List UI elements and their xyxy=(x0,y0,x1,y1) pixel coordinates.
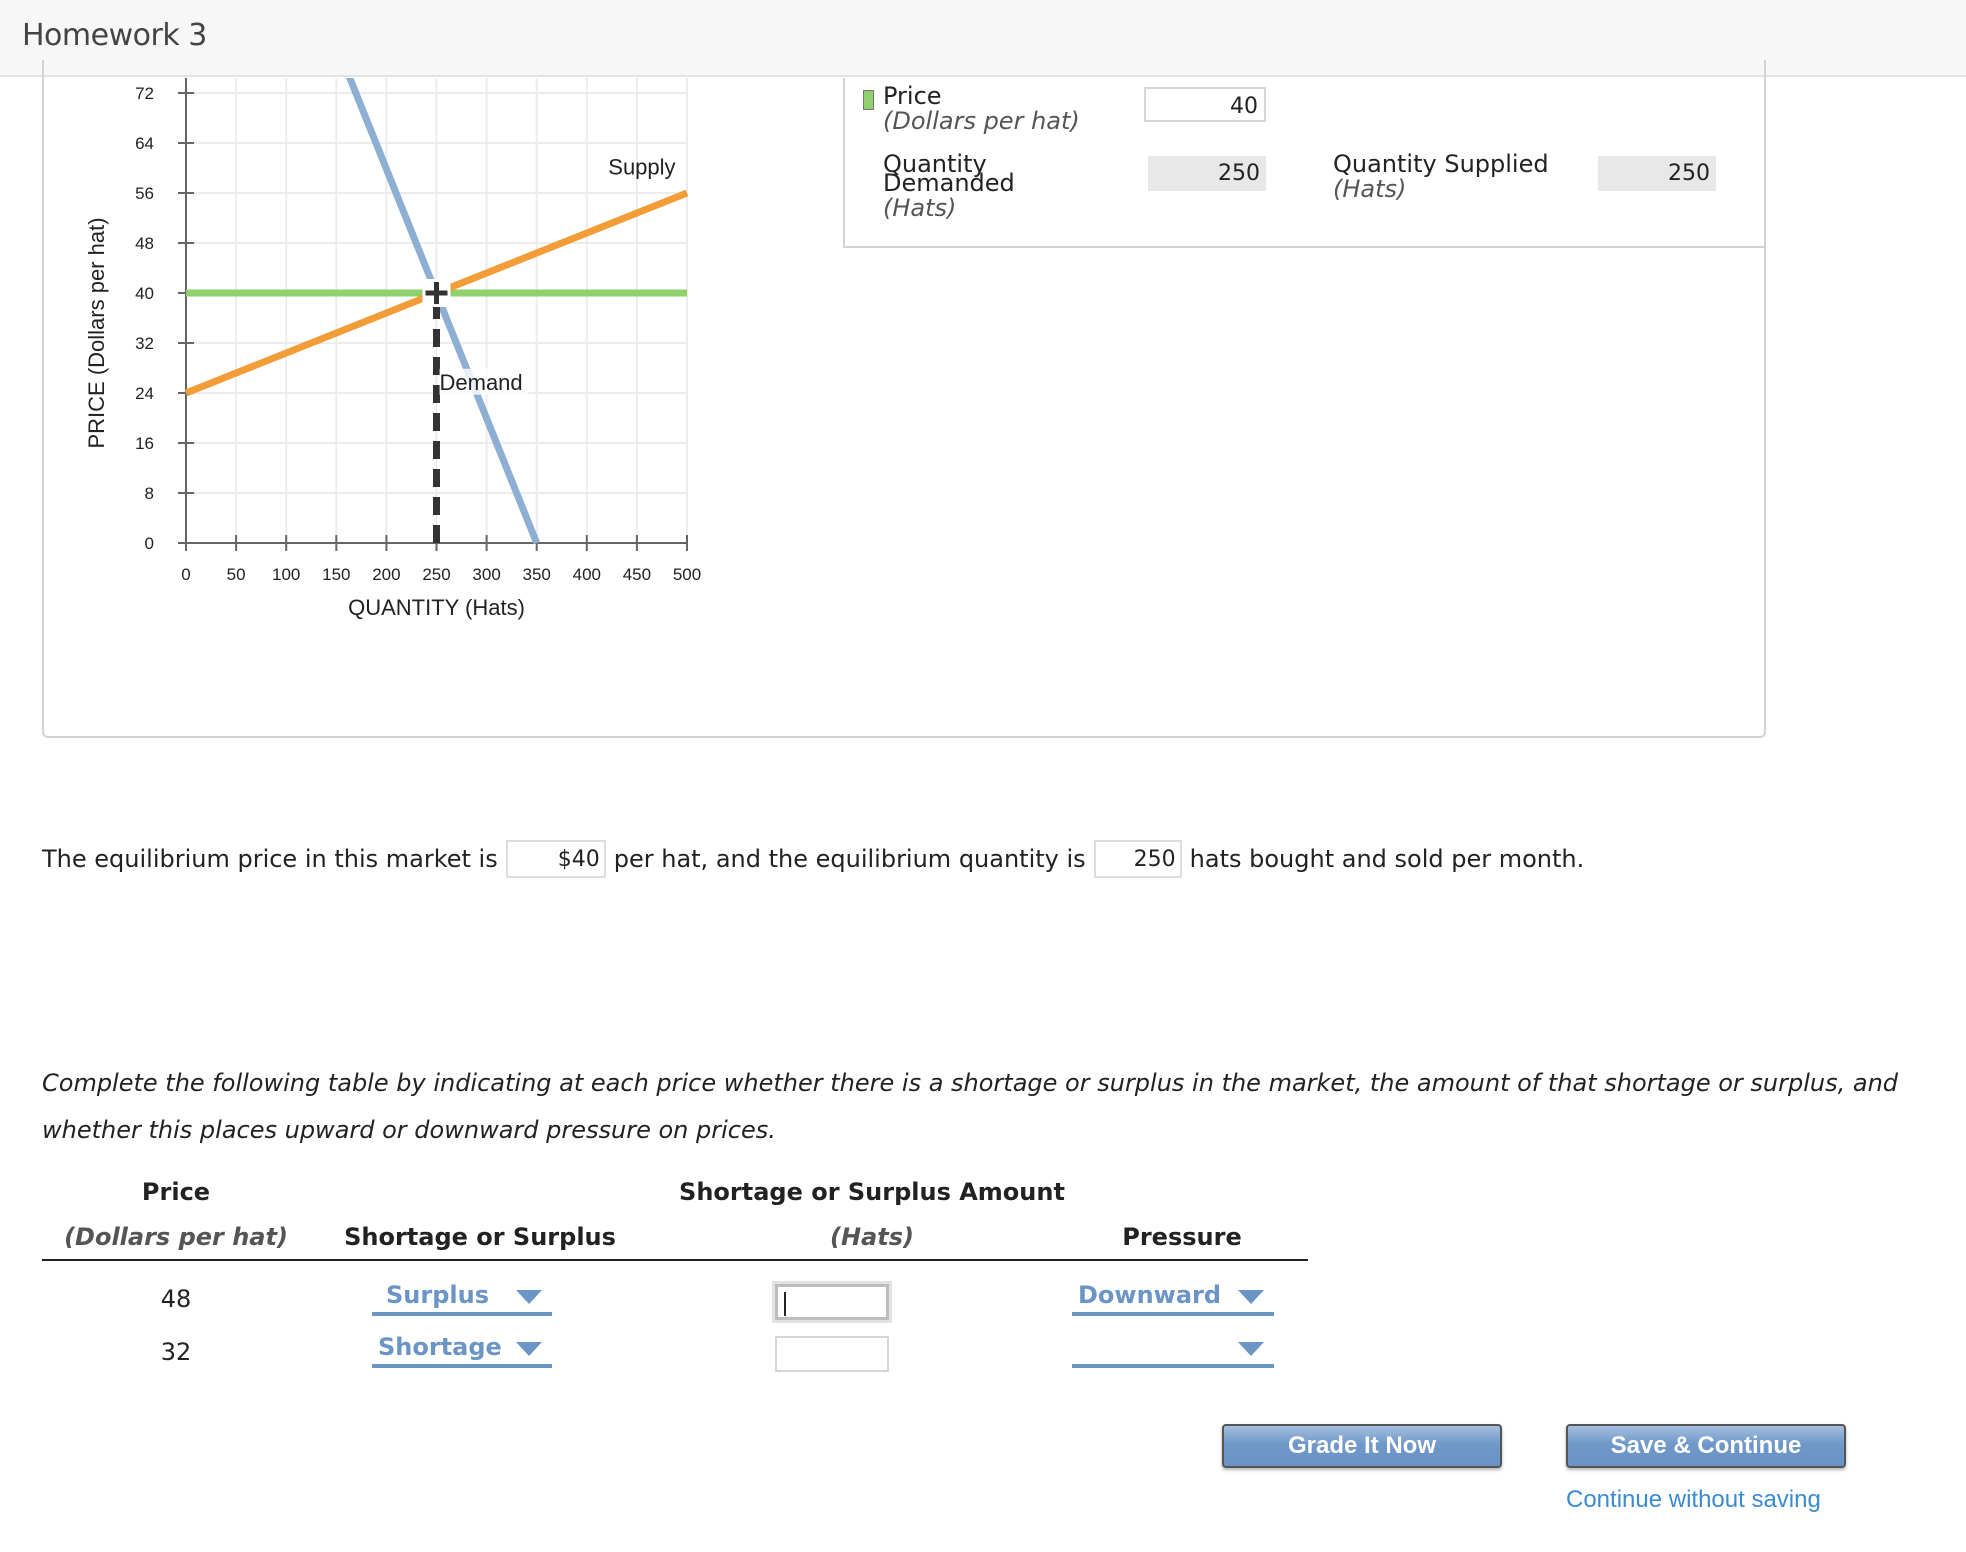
demand-curve xyxy=(346,78,540,545)
dropdown-value: Shortage xyxy=(378,1333,502,1361)
quantity-demanded-value: 250 xyxy=(1148,156,1266,191)
dropdown-arrow-icon xyxy=(1238,1290,1264,1304)
demand-label: Demand xyxy=(440,370,523,395)
instructions-text: Complete the following table by indicati… xyxy=(42,1069,1899,1144)
graph-info-panel: Price (Dollars per hat) 40 Quantity Dema… xyxy=(843,78,1766,248)
equilibrium-price-input[interactable]: $40 xyxy=(505,840,606,878)
equilibrium-quantity-input[interactable]: 250 xyxy=(1093,840,1182,878)
text-cursor xyxy=(784,1292,786,1316)
header-price: Price xyxy=(141,1178,211,1206)
quantity-supplied-value: 250 xyxy=(1598,156,1716,191)
y-tick-label: 72 xyxy=(135,84,154,103)
x-tick-label: 300 xyxy=(472,565,500,584)
dropdown-value: Surplus xyxy=(386,1281,489,1309)
header-amount-unit: (Hats) xyxy=(830,1223,914,1251)
quantity-supplied-label: Quantity Supplied (Hats) xyxy=(1333,150,1549,203)
sentence-text: per hat, and the equilibrium quantity is xyxy=(613,845,1086,873)
row-price: 32 xyxy=(160,1338,192,1366)
pressure-dropdown[interactable] xyxy=(1072,1330,1274,1368)
y-tick-label: 32 xyxy=(135,334,154,353)
header-shortage-surplus: Shortage or Surplus xyxy=(344,1223,616,1251)
table-header-rule xyxy=(42,1259,1308,1261)
x-tick-label: 450 xyxy=(623,565,651,584)
x-tick-label: 0 xyxy=(181,565,190,584)
row-price: 48 xyxy=(160,1285,192,1313)
amount-input[interactable] xyxy=(775,1284,889,1320)
x-tick-label: 250 xyxy=(422,565,450,584)
header-pressure: Pressure xyxy=(1122,1223,1242,1251)
shortage-surplus-dropdown[interactable]: Shortage xyxy=(372,1330,552,1368)
y-tick-label: 40 xyxy=(135,284,154,303)
amount-input[interactable] xyxy=(775,1336,889,1372)
pressure-dropdown[interactable]: Downward xyxy=(1072,1278,1274,1316)
y-tick-label: 64 xyxy=(135,134,154,153)
page-title: Homework 3 xyxy=(22,18,207,53)
header-amount: Shortage or Surplus Amount xyxy=(679,1178,1065,1206)
y-tick-label: 48 xyxy=(135,234,154,253)
y-tick-label: 24 xyxy=(135,384,154,403)
sentence-text: The equilibrium price in this market is xyxy=(42,845,498,873)
x-tick-label: 400 xyxy=(573,565,601,584)
equilibrium-sentence: The equilibrium price in this market is … xyxy=(42,840,1584,878)
price-label: Price (Dollars per hat) xyxy=(883,82,1080,135)
x-tick-label: 50 xyxy=(227,565,246,584)
y-tick-label: 56 xyxy=(135,184,154,203)
y-tick-label: 0 xyxy=(145,534,154,553)
grade-it-now-button[interactable]: Grade It Now xyxy=(1222,1424,1502,1468)
dropdown-arrow-icon xyxy=(516,1342,542,1356)
price-input[interactable]: 40 xyxy=(1144,87,1266,122)
dropdown-value: Downward xyxy=(1078,1281,1222,1309)
shortage-surplus-dropdown[interactable]: Surplus xyxy=(372,1278,552,1316)
sentence-text: hats bought and sold per month. xyxy=(1189,845,1585,873)
x-tick-label: 150 xyxy=(322,565,350,584)
y-axis-label: PRICE (Dollars per hat) xyxy=(84,217,109,448)
save-continue-button[interactable]: Save & Continue xyxy=(1566,1424,1846,1468)
y-tick-label: 8 xyxy=(145,484,154,503)
x-tick-label: 200 xyxy=(372,565,400,584)
y-tick-label: 16 xyxy=(135,434,154,453)
header-price-unit: (Dollars per hat) xyxy=(64,1223,288,1251)
supply-demand-graph[interactable]: 0 8 16 24 32 40 48 56 64 72 0 50 100 150 200 250 300 350 4… xyxy=(0,78,760,638)
supply-label: Supply xyxy=(608,154,675,179)
x-tick-label: 500 xyxy=(673,565,701,584)
dropdown-arrow-icon xyxy=(516,1290,542,1304)
x-axis-label: QUANTITY (Hats) xyxy=(348,595,525,620)
price-line-swatch-icon xyxy=(863,90,874,110)
x-tick-label: 350 xyxy=(523,565,551,584)
quantity-demanded-label: Quantity Demanded (Hats) xyxy=(883,150,1015,222)
x-tick-label: 100 xyxy=(272,565,300,584)
dropdown-arrow-icon xyxy=(1238,1342,1264,1356)
continue-without-saving-link[interactable]: Continue without saving xyxy=(1566,1486,1821,1514)
